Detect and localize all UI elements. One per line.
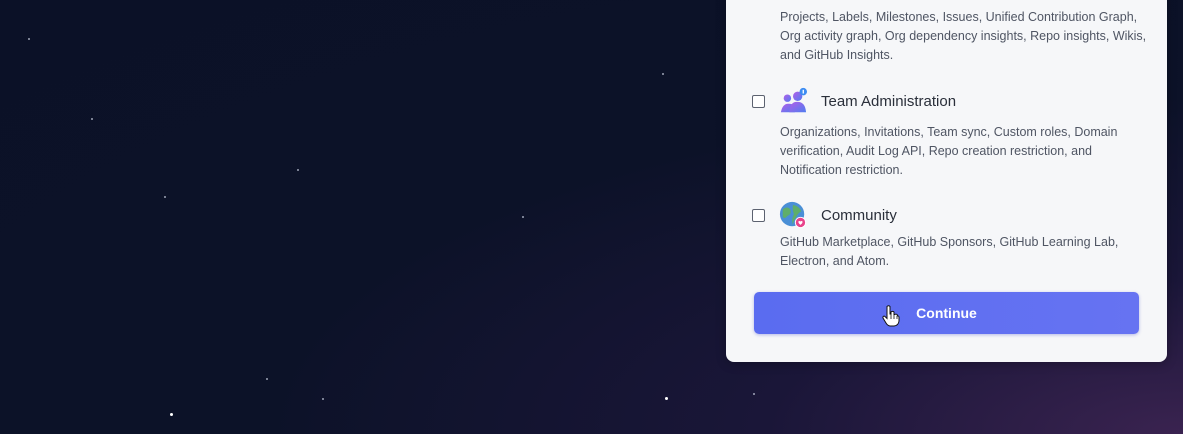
- option-title: Team Administration: [821, 92, 957, 110]
- option-title: Community: [821, 206, 897, 224]
- star: [665, 397, 668, 400]
- option-description: GitHub Marketplace, GitHub Sponsors, Git…: [780, 235, 1119, 268]
- option-description: Projects, Labels, Milestones, Issues, Un…: [780, 10, 1147, 62]
- partial-option-icon: [789, 0, 811, 2]
- star: [297, 169, 299, 171]
- star: [170, 413, 173, 416]
- star: [266, 378, 268, 380]
- option-community[interactable]: Community: [752, 200, 897, 230]
- hand-pointer-cursor-icon: [882, 305, 900, 327]
- star: [662, 73, 664, 75]
- star: [91, 118, 93, 120]
- continue-button[interactable]: Continue: [754, 292, 1139, 334]
- star: [164, 196, 166, 198]
- globe-heart-icon: [779, 201, 807, 229]
- option-description: Organizations, Invitations, Team sync, C…: [780, 125, 1118, 177]
- option-team-administration[interactable]: Team Administration: [752, 86, 956, 116]
- star: [753, 393, 755, 395]
- team-people-icon: [779, 87, 807, 115]
- continue-button-label: Continue: [916, 305, 977, 321]
- feature-selection-card: Projects, Labels, Milestones, Issues, Un…: [726, 0, 1167, 362]
- star: [522, 216, 524, 218]
- star: [322, 398, 324, 400]
- community-checkbox[interactable]: [752, 208, 765, 222]
- star: [28, 38, 30, 40]
- team-administration-checkbox[interactable]: [752, 94, 765, 108]
